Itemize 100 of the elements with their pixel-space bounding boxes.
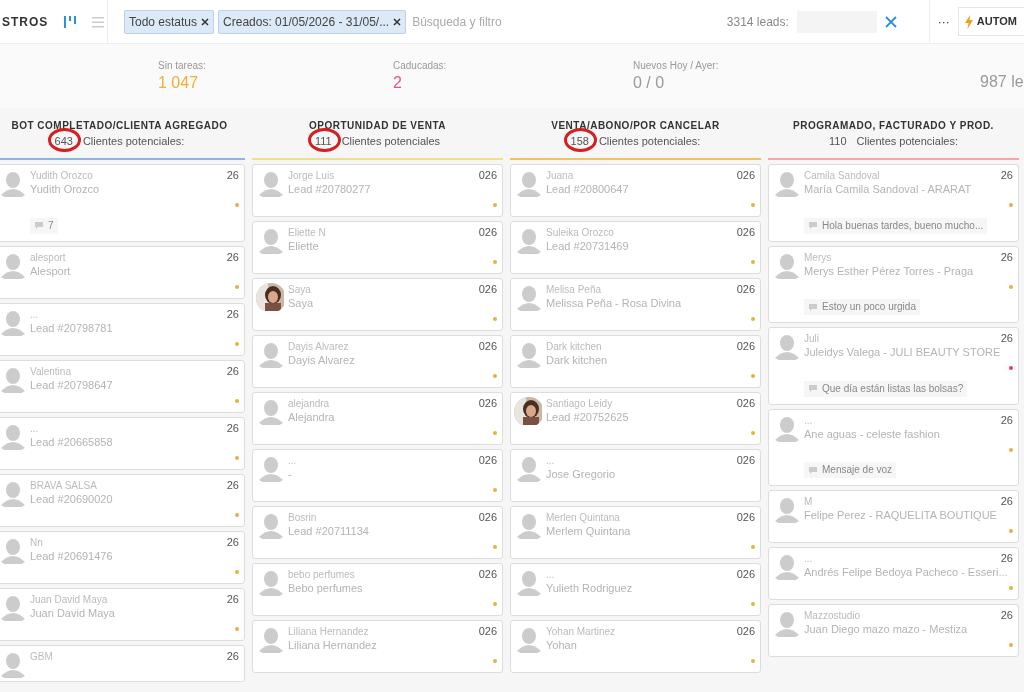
lead-name: Juan David Maya [30,605,116,621]
card-date: 026 [736,226,755,239]
contact-name: ... [804,552,813,565]
lead-name: Lead #20691476 [30,548,114,564]
close-icon[interactable] [201,17,210,26]
contact-name: Dark kitchen [546,340,602,353]
contact-name: Melisa Peña [546,283,602,296]
count-label: Clientes potenciales: [598,134,701,149]
lead-card[interactable]: ... 26 Lead #20798781 [0,302,245,356]
lead-card[interactable]: Valentina 26 Lead #20798647 [0,359,245,413]
contact-name: Valentina [30,364,71,378]
lead-name: Merlem Quintana [546,524,632,539]
lead-card[interactable]: Nn 26 Lead #20691476 [0,530,245,584]
lead-card[interactable]: ... 026 - [252,449,503,502]
lead-card[interactable]: BRAVA SALSA 26 Lead #20690020 [0,473,245,527]
stat-value: 987 le [980,72,1024,92]
lead-card[interactable]: ... 26 Lead #20665858 [0,416,245,470]
contact-name: alejandra [288,397,330,410]
contact-name: Dayis Alvarez [288,340,349,353]
lead-name: Bebo perfumes [288,581,364,596]
contact-name: Juan David Maya [30,592,108,606]
lead-count: 158 [570,133,589,150]
lead-card[interactable]: M 26 Felipe Perez - RAQUELITA BOUTIQUE [768,490,1019,543]
lead-name: Dayis Alvarez [288,353,356,368]
kanban-view-icon[interactable] [64,14,77,29]
card-date: 026 [736,511,755,524]
lead-card[interactable]: Santiago Leidy 026 Lead #20752625 [510,392,761,445]
lead-card[interactable]: GBM 26 [0,644,245,682]
lead-name: Alesport [30,263,72,279]
card-date: 026 [478,397,497,410]
card-date: 026 [478,568,497,581]
filter-chip[interactable]: Creados: 01/05/2026 - 31/05/... [218,9,407,34]
lead-card[interactable]: Mazzostudio 26 Juan Diego mazo mazo - Mestiza [768,604,1019,657]
lead-card[interactable]: ... 026 Yulieth Rodriguez [510,563,761,616]
lead-card[interactable]: Merys 26 Merys Esther Pérez Torres - Praga Estoy un poco urgida [768,245,1019,323]
lead-name: Lead #20800647 [546,182,630,197]
lead-name: Juan Diego mazo mazo - Mestiza [804,622,969,637]
lead-card[interactable]: Melisa Peña 026 Melissa Peña - Rosa Divina [510,278,761,331]
lead-card[interactable]: Dark kitchen 026 Dark kitchen [510,335,761,388]
chat-icon [808,465,818,475]
lead-card[interactable]: Yohan Martinez 026 Yohan [510,620,761,673]
lead-card[interactable]: Suleika Orozco 026 Lead #20731469 [510,221,761,274]
stat-label: Caducadas: [393,59,447,73]
stat-value: 2 [393,73,403,93]
lead-card[interactable]: Saya 026 Saya [252,278,503,331]
lead-card[interactable]: ... 026 Jose Gregorio [510,449,761,502]
lead-card[interactable]: Liliana Hernandez 026 Liliana Hernandez [252,620,503,673]
card-date: 26 [226,307,239,321]
page-title: STROS [2,13,49,31]
card-date: 026 [478,169,497,182]
lead-count: 110 [828,134,847,149]
lead-card[interactable]: alejandra 026 Alejandra [252,392,503,445]
contact-name: GBM [30,649,53,663]
card-date: 26 [1000,169,1013,182]
filter-chip[interactable]: Todo estatus [124,9,215,34]
lead-card[interactable]: Juana 026 Lead #20800647 [510,164,761,217]
lead-card[interactable]: bebo perfumes 026 Bebo perfumes [252,563,503,616]
card-date: 026 [478,283,497,296]
chat-icon [34,221,44,230]
contact-name: ... [30,307,39,321]
close-icon[interactable] [393,17,402,26]
lead-card[interactable]: Camila Sandoval 26 María Camila Sandoval - ARARAT Hola buenas tardes, bueno mucho... [768,164,1019,242]
lead-card[interactable]: ... 26 Andrés Felipe Bedoya Pacheco - Esseri... [768,547,1019,600]
lead-card[interactable]: Juan David Maya 26 Juan David Maya [0,587,245,641]
card-date: 26 [1000,413,1013,427]
lead-card[interactable]: ... 26 Ane aguas - celeste fashion Mensaje de voz [768,408,1019,486]
contact-name: Eliette N [288,226,326,239]
lead-card[interactable]: Dayis Alvarez 026 Dayis Alvarez [252,335,503,388]
stat-value: 0 / 0 [633,73,666,93]
lead-name: Yohan [546,638,578,653]
contact-name: Liliana Hernandez [288,625,369,638]
lead-name: Liliana Hernandez [288,638,378,653]
lead-card[interactable]: Merlen Quintana 026 Merlem Quintana [510,506,761,559]
lead-card[interactable]: Yudith Orozco 26 Yudith Orozco 7 [0,164,245,242]
lead-card[interactable]: alesport 26 Alesport [0,245,245,299]
card-date: 26 [226,478,239,492]
card-date: 26 [1000,552,1013,565]
card-date: 26 [226,535,239,549]
card-date: 26 [1000,332,1013,345]
automation-button[interactable]: AUTOM [957,7,1024,36]
more-button[interactable]: ··· [937,12,950,31]
lead-name: Jose Gregorio [546,467,617,482]
lead-card[interactable]: Eliette N 026 Eliette [252,221,503,274]
card-date: 26 [1000,609,1013,622]
card-date: 26 [226,169,239,182]
contact-name: bebo perfumes [288,568,355,581]
lead-name: Felipe Perez - RAQUELITA BOUTIQUE [804,508,998,523]
card-date: 26 [226,250,239,264]
lead-count: 111 [314,133,332,150]
lead-name: Ane aguas - celeste fashion [804,426,941,442]
lead-card[interactable]: Juli 26 Juleidys Valega - JULI BEAUTY STORE Que día están listas las bolsas? [768,327,1019,405]
contact-name: Bosrin [288,511,317,524]
lead-card[interactable]: Bosrin 026 Lead #20711134 [252,506,503,559]
lead-name: Alejandra [288,410,336,425]
card-date: 26 [1000,495,1013,508]
card-date: 26 [226,421,239,435]
card-date: 026 [478,511,497,524]
lead-name: Merys Esther Pérez Torres - Praga [804,263,975,279]
lead-card[interactable]: Jorge Luis 026 Lead #20780277 [252,164,503,217]
column-title: BOT COMPLETADO/CLIENTA AGREGADO [10,119,229,133]
